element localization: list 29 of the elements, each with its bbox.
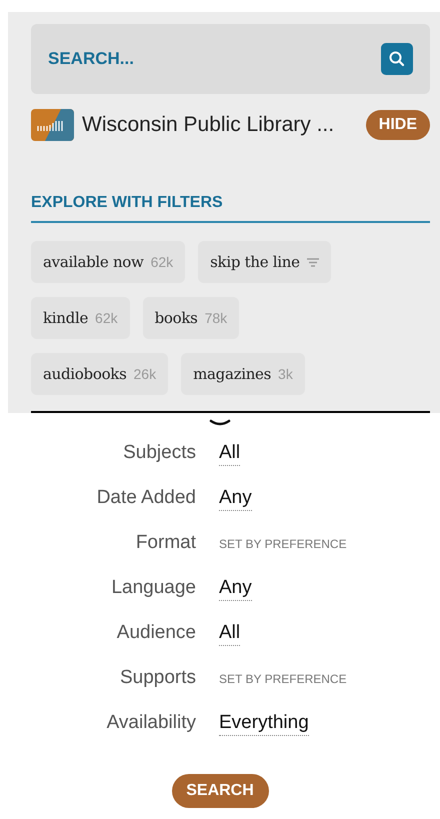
search-icon[interactable] [381,43,413,75]
filter-label: Subjects [122,441,197,466]
sort-icon [306,258,319,266]
filter-chip[interactable]: kindle 62k [31,297,130,339]
filter-value[interactable]: All [219,621,240,646]
filter-label: Availability [106,711,197,736]
filter-value[interactable]: Any [219,576,252,601]
library-name: Wisconsin Public Library ... [82,112,334,138]
filter-label: Format [134,531,197,556]
filter-chip[interactable]: audiobooks 26k [31,353,168,395]
filter-value[interactable]: Everything [219,711,309,736]
preference-note: SET BY PREFERENCE [219,670,347,688]
filter-chip[interactable]: books 78k [142,297,240,339]
preference-note: SET BY PREFERENCE [219,536,347,552]
filter-chip[interactable]: available now 62k [31,241,186,283]
filter-label: Audience [116,621,197,646]
hide-button[interactable]: HIDE [366,110,430,140]
filter-chip[interactable]: skip the line [198,241,331,283]
library-logo-icon [31,109,74,141]
search-field[interactable]: SEARCH... [31,24,430,94]
chevron-down-icon[interactable] [209,419,231,427]
filter-value[interactable]: Any [219,486,252,511]
filter-label: Supports [118,666,197,690]
filter-chip[interactable]: magazines 3k [181,353,305,395]
filter-value[interactable]: All [219,441,240,466]
filter-label: Date Added [96,486,197,510]
search-button[interactable]: SEARCH [172,774,268,808]
section-heading: EXPLORE WITH FILTERS [31,194,223,211]
filter-label: Language [110,576,197,600]
